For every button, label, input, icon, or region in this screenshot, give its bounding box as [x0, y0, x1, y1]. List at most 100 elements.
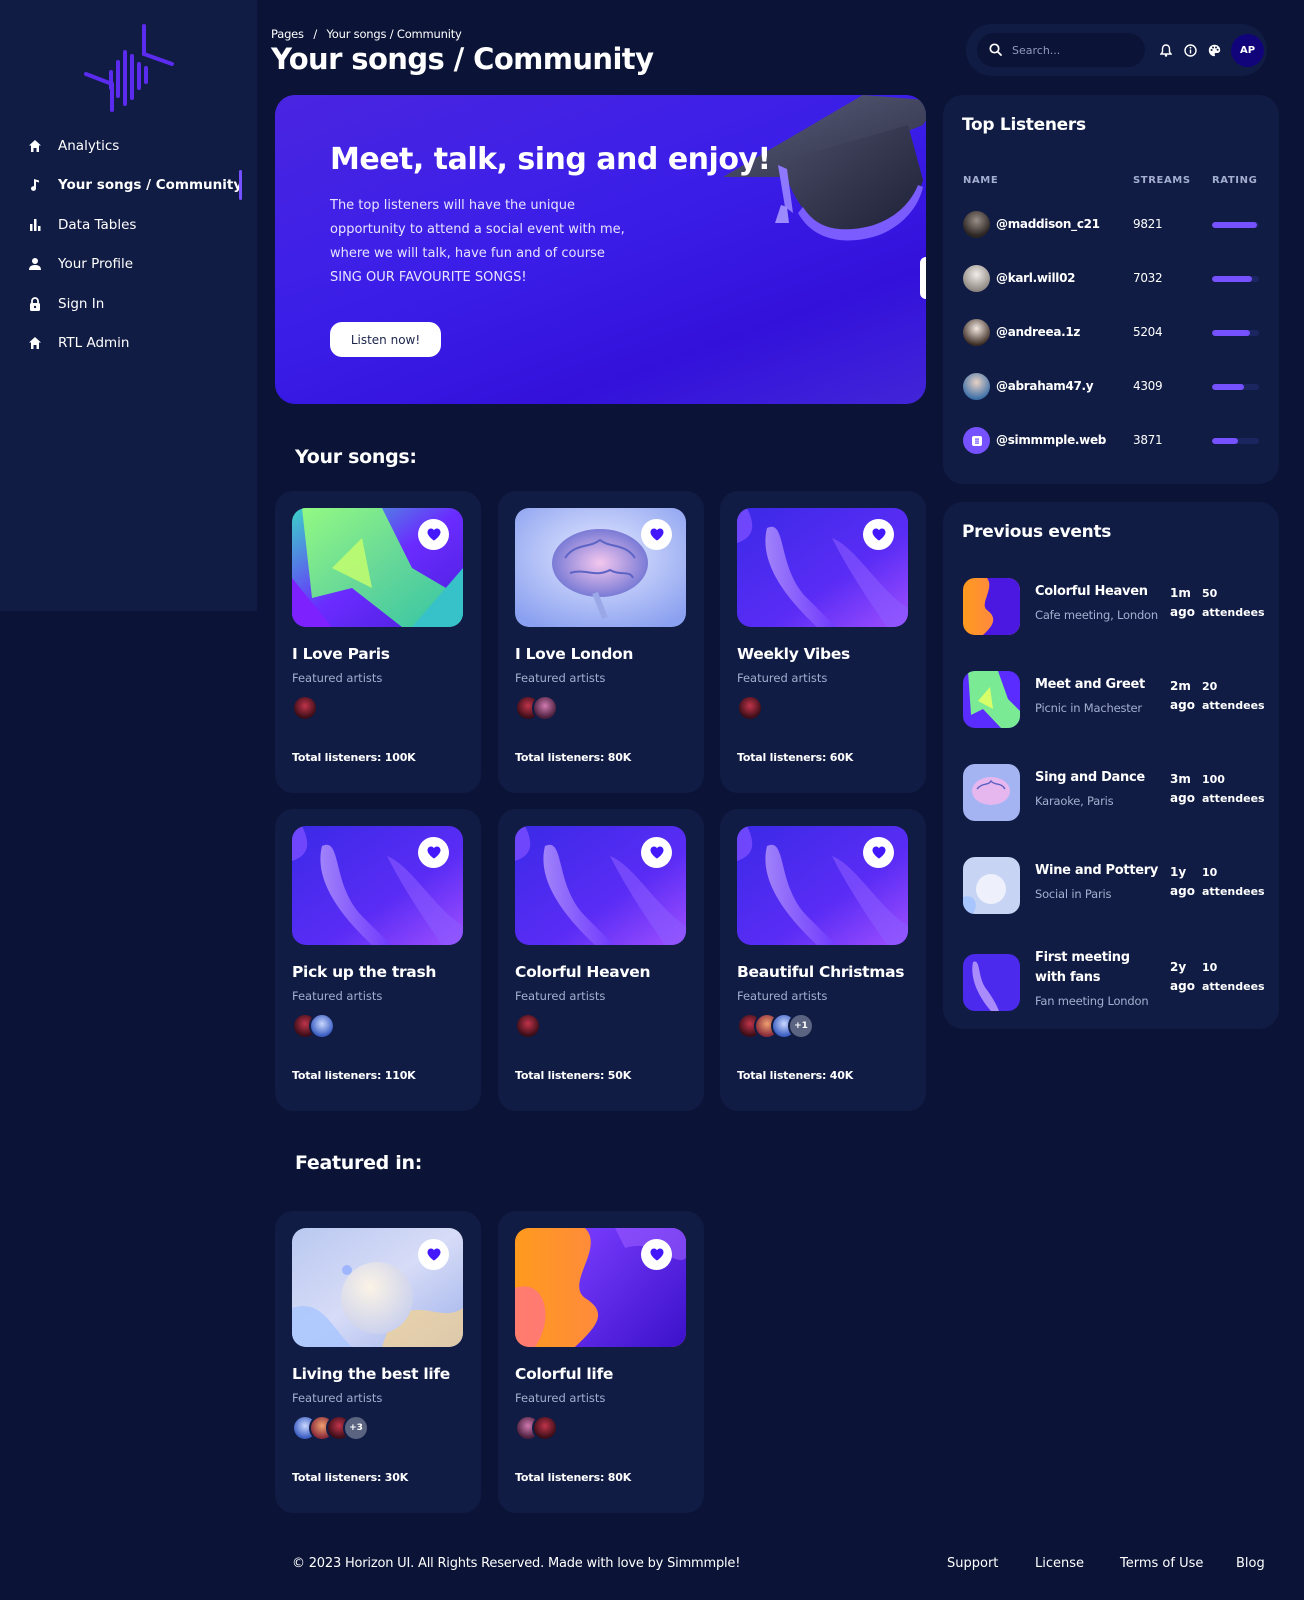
more-artists-badge[interactable]: +1 — [788, 1013, 814, 1039]
bell-icon[interactable] — [1159, 43, 1173, 57]
brand-logo — [84, 24, 174, 112]
song-card[interactable]: I Love London Featured artists Total liste… — [498, 491, 704, 793]
song-subtitle: Featured artists — [292, 1391, 383, 1405]
artist-avatar[interactable] — [515, 1013, 541, 1039]
song-card[interactable]: Colorful life Featured artists Total liste… — [498, 1211, 704, 1513]
favorite-button[interactable] — [641, 837, 672, 868]
song-title[interactable]: Pick up the trash — [292, 963, 436, 981]
song-cover-image[interactable] — [515, 1228, 686, 1347]
footer-link-terms[interactable]: Terms of Use — [1120, 1556, 1203, 1571]
favorite-button[interactable] — [418, 1239, 449, 1270]
song-subtitle: Featured artists — [737, 989, 828, 1003]
event-subtitle: Fan meeting London — [1035, 994, 1149, 1008]
song-title[interactable]: Colorful Heaven — [515, 963, 651, 981]
song-title[interactable]: Living the best life — [292, 1365, 450, 1383]
song-card[interactable]: Weekly Vibes Featured artists Total listen… — [720, 491, 926, 793]
sidebar-item-rtl-admin[interactable]: RTL Admin — [0, 324, 257, 364]
hero-banner: Meet, talk, sing and enjoy! The top list… — [275, 95, 926, 404]
event-row[interactable]: Wine and Pottery Social in Paris 1y ago 10 … — [943, 855, 1279, 915]
event-row[interactable]: Sing and Dance Karaoke, Paris 3m ago 100 at… — [943, 762, 1279, 822]
home-icon — [28, 336, 42, 350]
table-row[interactable]: @simmmple.web 3871 — [943, 425, 1279, 455]
song-card[interactable]: Colorful Heaven Featured artists Total lis… — [498, 809, 704, 1111]
user-avatar[interactable]: AP — [1231, 33, 1264, 67]
favorite-button[interactable] — [641, 1239, 672, 1270]
event-row[interactable]: Colorful Heaven Cafe meeting, London 1m ag… — [943, 576, 1279, 636]
breadcrumb-root[interactable]: Pages — [271, 27, 304, 41]
listener-streams: 3871 — [1133, 433, 1163, 447]
table-row[interactable]: @karl.will02 7032 — [943, 263, 1279, 293]
sidebar-item-label: Analytics — [58, 137, 120, 154]
song-cover-image[interactable] — [737, 826, 908, 945]
event-title: Wine and Pottery — [1035, 863, 1159, 878]
event-row[interactable]: First meeting with fans Fan meeting Londo… — [943, 950, 1279, 1012]
artist-avatar[interactable] — [309, 1013, 335, 1039]
song-title[interactable]: Beautiful Christmas — [737, 963, 904, 981]
song-cover-image[interactable] — [737, 508, 908, 627]
favorite-button[interactable] — [863, 837, 894, 868]
featured-artists — [737, 695, 763, 721]
song-card[interactable]: Pick up the trash Featured artists Total l… — [275, 809, 481, 1111]
listen-now-button[interactable]: Listen now! — [330, 322, 441, 357]
artist-avatar[interactable] — [292, 695, 318, 721]
sidebar-item-analytics[interactable]: Analytics — [0, 126, 257, 166]
scroll-handle[interactable] — [920, 257, 926, 299]
sidebar-item-label: Sign In — [58, 295, 105, 312]
more-artists-badge[interactable]: +3 — [343, 1415, 369, 1441]
song-total-listeners: Total listeners: 80K — [515, 751, 632, 764]
event-time: 2y ago — [1170, 960, 1195, 993]
artist-avatar[interactable] — [532, 1415, 558, 1441]
artist-avatar[interactable] — [737, 695, 763, 721]
rating-bar-fill — [1212, 222, 1257, 228]
favorite-button[interactable] — [418, 837, 449, 868]
sidebar-item-your-profile[interactable]: Your Profile — [0, 245, 257, 285]
artist-avatar[interactable] — [532, 695, 558, 721]
listener-streams: 7032 — [1133, 271, 1163, 285]
column-header-name: NAME — [963, 175, 999, 186]
song-card[interactable]: Living the best life Featured artists +3 To… — [275, 1211, 481, 1513]
featured-artists — [292, 1013, 335, 1039]
event-row[interactable]: Meet and Greet Picnic in Machester 2m ago 2… — [943, 669, 1279, 729]
song-subtitle: Featured artists — [515, 989, 606, 1003]
song-card[interactable]: Beautiful Christmas Featured artists +1 Tot… — [720, 809, 926, 1111]
sidebar-item-data-tables[interactable]: Data Tables — [0, 205, 257, 245]
table-row[interactable]: @andreea.1z 5204 — [943, 317, 1279, 347]
song-card[interactable]: I Love Paris Featured artists Total listen… — [275, 491, 481, 793]
sidebar-item-sign-in[interactable]: Sign In — [0, 284, 257, 324]
event-attendees: 100 attendees — [1202, 773, 1265, 805]
event-title: Sing and Dance — [1035, 770, 1145, 785]
song-title[interactable]: I Love Paris — [292, 645, 390, 663]
song-title[interactable]: I Love London — [515, 645, 633, 663]
song-title[interactable]: Colorful life — [515, 1365, 613, 1383]
song-total-listeners: Total listeners: 40K — [737, 1069, 854, 1082]
listener-name: @simmmple.web — [996, 433, 1107, 447]
song-cover-image[interactable] — [515, 826, 686, 945]
favorite-button[interactable] — [418, 519, 449, 550]
search-input[interactable] — [1012, 43, 1132, 57]
sidebar-item-label: Data Tables — [58, 216, 137, 233]
palette-icon[interactable] — [1207, 43, 1221, 57]
favorite-button[interactable] — [641, 519, 672, 550]
favorite-button[interactable] — [863, 519, 894, 550]
breadcrumb-current[interactable]: Your songs / Community — [326, 27, 461, 41]
song-subtitle: Featured artists — [515, 671, 606, 685]
song-cover-image[interactable] — [292, 826, 463, 945]
song-total-listeners: Total listeners: 50K — [515, 1069, 632, 1082]
song-cover-image[interactable] — [515, 508, 686, 627]
song-cover-image[interactable] — [292, 508, 463, 627]
song-total-listeners: Total listeners: 110K — [292, 1069, 416, 1082]
person-icon — [28, 257, 42, 271]
song-cover-image[interactable] — [292, 1228, 463, 1347]
search-box[interactable] — [977, 33, 1145, 67]
table-row[interactable]: @abraham47.y 4309 — [943, 371, 1279, 401]
footer-link-blog[interactable]: Blog — [1236, 1556, 1265, 1571]
song-total-listeners: Total listeners: 80K — [515, 1471, 632, 1484]
event-title: Meet and Greet — [1035, 677, 1145, 692]
info-icon[interactable] — [1183, 43, 1197, 57]
table-row[interactable]: @maddison_c21 9821 — [943, 209, 1279, 239]
footer-link-license[interactable]: License — [1035, 1556, 1084, 1571]
song-title[interactable]: Weekly Vibes — [737, 645, 850, 663]
rating-bar-fill — [1212, 438, 1238, 444]
footer-link-support[interactable]: Support — [947, 1556, 998, 1571]
sidebar-item-your-songs[interactable]: Your songs / Community — [0, 166, 257, 206]
